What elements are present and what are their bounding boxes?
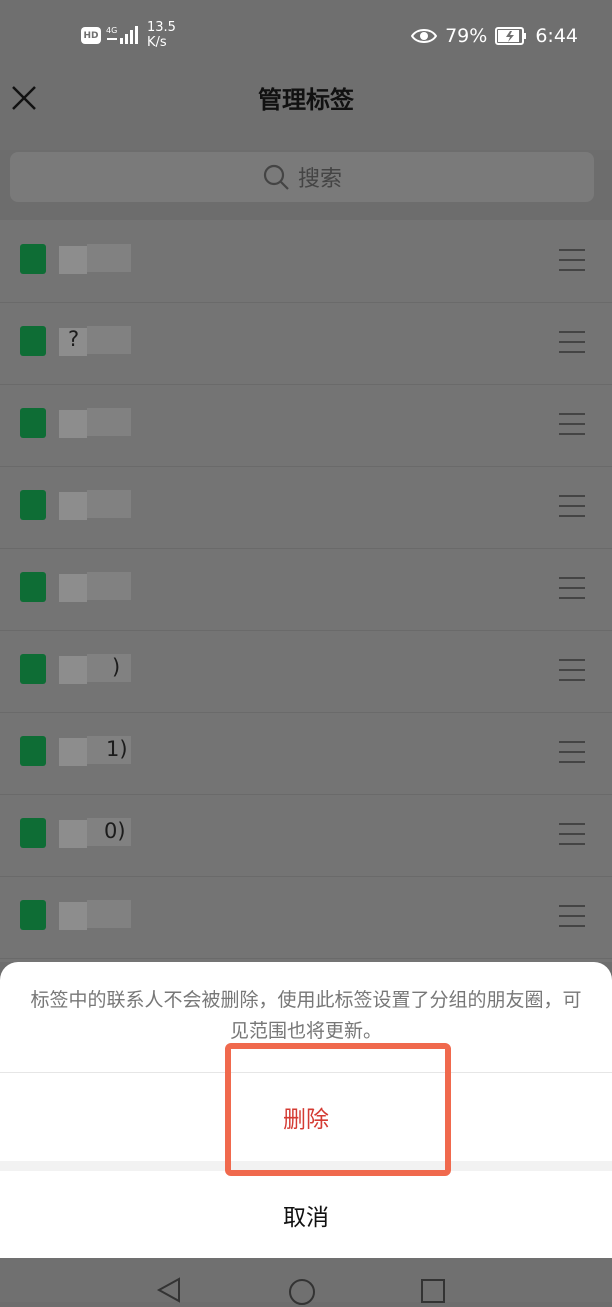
clock: 6:44 [535, 25, 578, 47]
tag-color-swatch [20, 736, 46, 766]
tag-row[interactable]: ? [0, 302, 612, 385]
tag-row[interactable] [0, 466, 612, 549]
tag-name-blur [59, 574, 87, 602]
tag-color-swatch [20, 408, 46, 438]
tag-name-blur [59, 492, 87, 520]
tag-row[interactable] [0, 876, 612, 959]
back-icon[interactable] [154, 1276, 184, 1304]
battery-percent: 79% [445, 25, 488, 47]
drag-handle-icon[interactable] [559, 739, 585, 765]
drag-handle-icon[interactable] [559, 329, 585, 355]
tag-color-swatch [20, 900, 46, 930]
tag-color-swatch [20, 572, 46, 602]
home-icon[interactable] [287, 1277, 317, 1307]
tag-color-swatch [20, 818, 46, 848]
drag-handle-icon[interactable] [559, 575, 585, 601]
net-speed-unit: K/s [147, 35, 167, 50]
tag-name-blur [59, 656, 87, 684]
net-speed: 13.5 K/s [147, 20, 187, 50]
hd-badge: HD [81, 27, 101, 44]
signal-icon: 4G [106, 26, 138, 44]
tag-color-swatch [20, 326, 46, 356]
search-icon [263, 164, 289, 190]
sheet-message: 标签中的联系人不会被删除，使用此标签设置了分组的朋友圈，可见范围也将更新。 [30, 989, 582, 1042]
tag-name-blur [59, 902, 87, 930]
tag-name-blur [87, 490, 131, 518]
drag-handle-icon[interactable] [559, 411, 585, 437]
tag-list: ? ) 1) 0) [0, 220, 612, 962]
eye-icon [411, 29, 438, 43]
tag-row[interactable] [0, 548, 612, 631]
tag-name: ? [68, 327, 80, 351]
tag-name-blur [59, 410, 87, 438]
tag-name-blur [87, 326, 131, 354]
battery-icon [495, 27, 527, 45]
tag-name-blur [87, 244, 131, 272]
tag-name: 0) [104, 819, 126, 843]
drag-handle-icon[interactable] [559, 657, 585, 683]
tag-row[interactable]: 0) [0, 794, 612, 877]
drag-handle-icon[interactable] [559, 903, 585, 929]
drag-handle-icon[interactable] [559, 493, 585, 519]
search-placeholder: 搜索 [297, 167, 342, 192]
drag-handle-icon[interactable] [559, 247, 585, 273]
recent-apps-icon[interactable] [420, 1278, 446, 1304]
net-speed-value: 13.5 [147, 20, 176, 35]
tag-name-blur [59, 820, 87, 848]
highlight-annotation [225, 1043, 451, 1176]
network-type: 4G [106, 26, 117, 35]
status-right: 79% 6:44 [411, 22, 578, 50]
tag-name-blur [59, 738, 87, 766]
tag-name-blur [87, 408, 131, 436]
tag-name-blur [59, 246, 87, 274]
tag-name-blur [87, 572, 131, 600]
tag-name: ) [112, 655, 121, 679]
cancel-label: 取消 [283, 1204, 329, 1231]
tag-color-swatch [20, 654, 46, 684]
cancel-button[interactable]: 取消 [0, 1171, 612, 1258]
tag-row[interactable]: ) [0, 630, 612, 713]
search-input[interactable]: 搜索 [10, 152, 594, 202]
tag-color-swatch [20, 490, 46, 520]
status-bar: HD 4G 13.5 K/s 79% 6:44 [0, 0, 612, 72]
tag-name-blur [87, 900, 131, 928]
page-title: 管理标签 [258, 86, 354, 114]
tag-row[interactable] [0, 220, 612, 303]
drag-handle-icon[interactable] [559, 821, 585, 847]
tag-row[interactable]: 1) [0, 712, 612, 795]
tag-color-swatch [20, 244, 46, 274]
tag-row[interactable] [0, 384, 612, 467]
tag-name: 1) [106, 737, 128, 761]
tag-name-blur [87, 654, 131, 682]
